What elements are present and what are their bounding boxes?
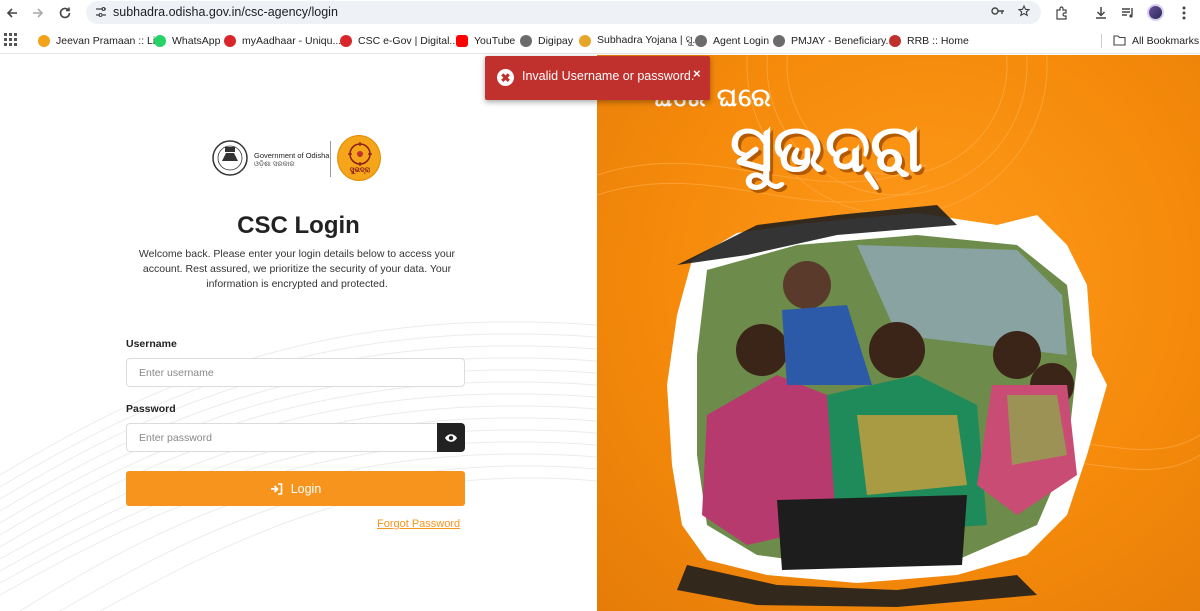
bookmark-jeevan-pramaan[interactable]: Jeevan Pramaan :: Li...: [38, 33, 164, 48]
csc-favicon-icon: [340, 34, 352, 47]
password-key-icon[interactable]: [991, 5, 1005, 19]
error-toast: ✖ Invalid Username or password. ×: [485, 56, 710, 100]
bookmark-myaadhaar[interactable]: myAadhaar - Uniqu...: [224, 33, 341, 48]
forgot-password-link[interactable]: Forgot Password: [377, 518, 460, 530]
media-controls-icon[interactable]: [1118, 3, 1138, 23]
bookmark-pmjay[interactable]: PMJAY - Beneficiary...: [773, 33, 894, 48]
login-button-label: Login: [290, 481, 322, 496]
error-icon: ✖: [497, 69, 514, 86]
aadhaar-favicon-icon: [224, 34, 236, 47]
bookmark-csc-egov[interactable]: CSC e-Gov | Digital...: [340, 33, 458, 48]
page-content: Government of Odisha ଓଡ଼ିଶା ସରକାର ସୁଭଦ୍ର…: [0, 55, 1200, 611]
odisha-emblem-icon: [212, 140, 248, 176]
all-bookmarks-button[interactable]: All Bookmarks: [1113, 33, 1199, 48]
logo-divider: [330, 141, 331, 177]
subhadra-logo-icon: ସୁଭଦ୍ରା: [337, 135, 381, 181]
subhadra-favicon-icon: [579, 34, 591, 47]
bookmark-agent-login[interactable]: Agent Login: [695, 33, 769, 48]
toast-message: Invalid Username or password.: [522, 69, 695, 83]
jeevan-pramaan-favicon-icon: [38, 34, 50, 47]
extensions-icon[interactable]: [1052, 3, 1072, 23]
globe-favicon-icon: [520, 34, 532, 47]
login-button[interactable]: Login: [126, 471, 465, 506]
folder-icon: [1113, 35, 1126, 46]
bookmarks-bar: Jeevan Pramaan :: Li... WhatsApp myAadha…: [0, 26, 1200, 54]
url-text: subhadra.odisha.gov.in/csc-agency/login: [113, 5, 338, 19]
globe-favicon-icon: [695, 34, 707, 47]
bookmark-subhadra-yojana[interactable]: Subhadra Yojana | ସୁ...: [579, 33, 701, 48]
bookmarks-divider: [1101, 34, 1102, 48]
bookmark-whatsapp[interactable]: WhatsApp: [154, 33, 220, 48]
login-description: Welcome back. Please enter your login de…: [138, 248, 456, 290]
rrb-favicon-icon: [889, 34, 901, 47]
bookmark-rrb-home[interactable]: RRB :: Home: [889, 33, 969, 48]
subhadra-logo-label: ସୁଭଦ୍ରା: [349, 166, 371, 174]
toggle-password-button[interactable]: [437, 423, 465, 452]
sign-in-icon: [270, 482, 283, 495]
youtube-favicon-icon: [456, 34, 468, 47]
subhadra-banner: ଘରେ ଘରେ ସୁଭଦ୍ରା: [597, 55, 1200, 611]
globe-favicon-icon: [773, 34, 785, 47]
bookmark-youtube[interactable]: YouTube: [456, 33, 515, 48]
gov-name-odia-text: ଓଡ଼ିଶା ସରକାର: [254, 161, 295, 168]
username-label: Username: [126, 338, 177, 350]
username-input[interactable]: [126, 358, 465, 387]
back-arrow-icon: [6, 8, 17, 18]
login-pane: Government of Odisha ଓଡ଼ିଶା ସରକାର ସୁଭଦ୍ର…: [0, 55, 597, 611]
forward-arrow-icon: [33, 8, 44, 18]
site-settings-icon[interactable]: [95, 6, 107, 18]
profile-avatar[interactable]: [1147, 4, 1164, 21]
back-button[interactable]: [2, 3, 22, 23]
reload-icon: [59, 7, 71, 19]
toast-close-button[interactable]: ×: [693, 66, 701, 81]
forward-button[interactable]: [28, 3, 48, 23]
gov-name-text: Government of Odisha: [254, 151, 330, 160]
menu-dots-icon[interactable]: [1174, 3, 1194, 23]
address-bar[interactable]: subhadra.odisha.gov.in/csc-agency/login: [86, 1, 1041, 24]
banner-title: ସୁଭଦ୍ରା: [730, 110, 923, 187]
downloads-icon[interactable]: [1091, 3, 1111, 23]
whatsapp-favicon-icon: [154, 34, 166, 47]
eye-icon: [445, 433, 457, 442]
password-input[interactable]: [126, 423, 438, 452]
bookmark-digipay[interactable]: Digipay: [520, 33, 573, 48]
reload-button[interactable]: [55, 3, 75, 23]
bookmark-star-icon[interactable]: [1017, 4, 1031, 20]
browser-toolbar: subhadra.odisha.gov.in/csc-agency/login: [0, 0, 1200, 26]
page-title: CSC Login: [237, 212, 360, 239]
password-label: Password: [126, 403, 176, 415]
apps-grid-icon[interactable]: [4, 33, 17, 46]
header-logos: Government of Odisha ଓଡ଼ିଶା ସରକାର ସୁଭଦ୍ର…: [210, 135, 382, 183]
